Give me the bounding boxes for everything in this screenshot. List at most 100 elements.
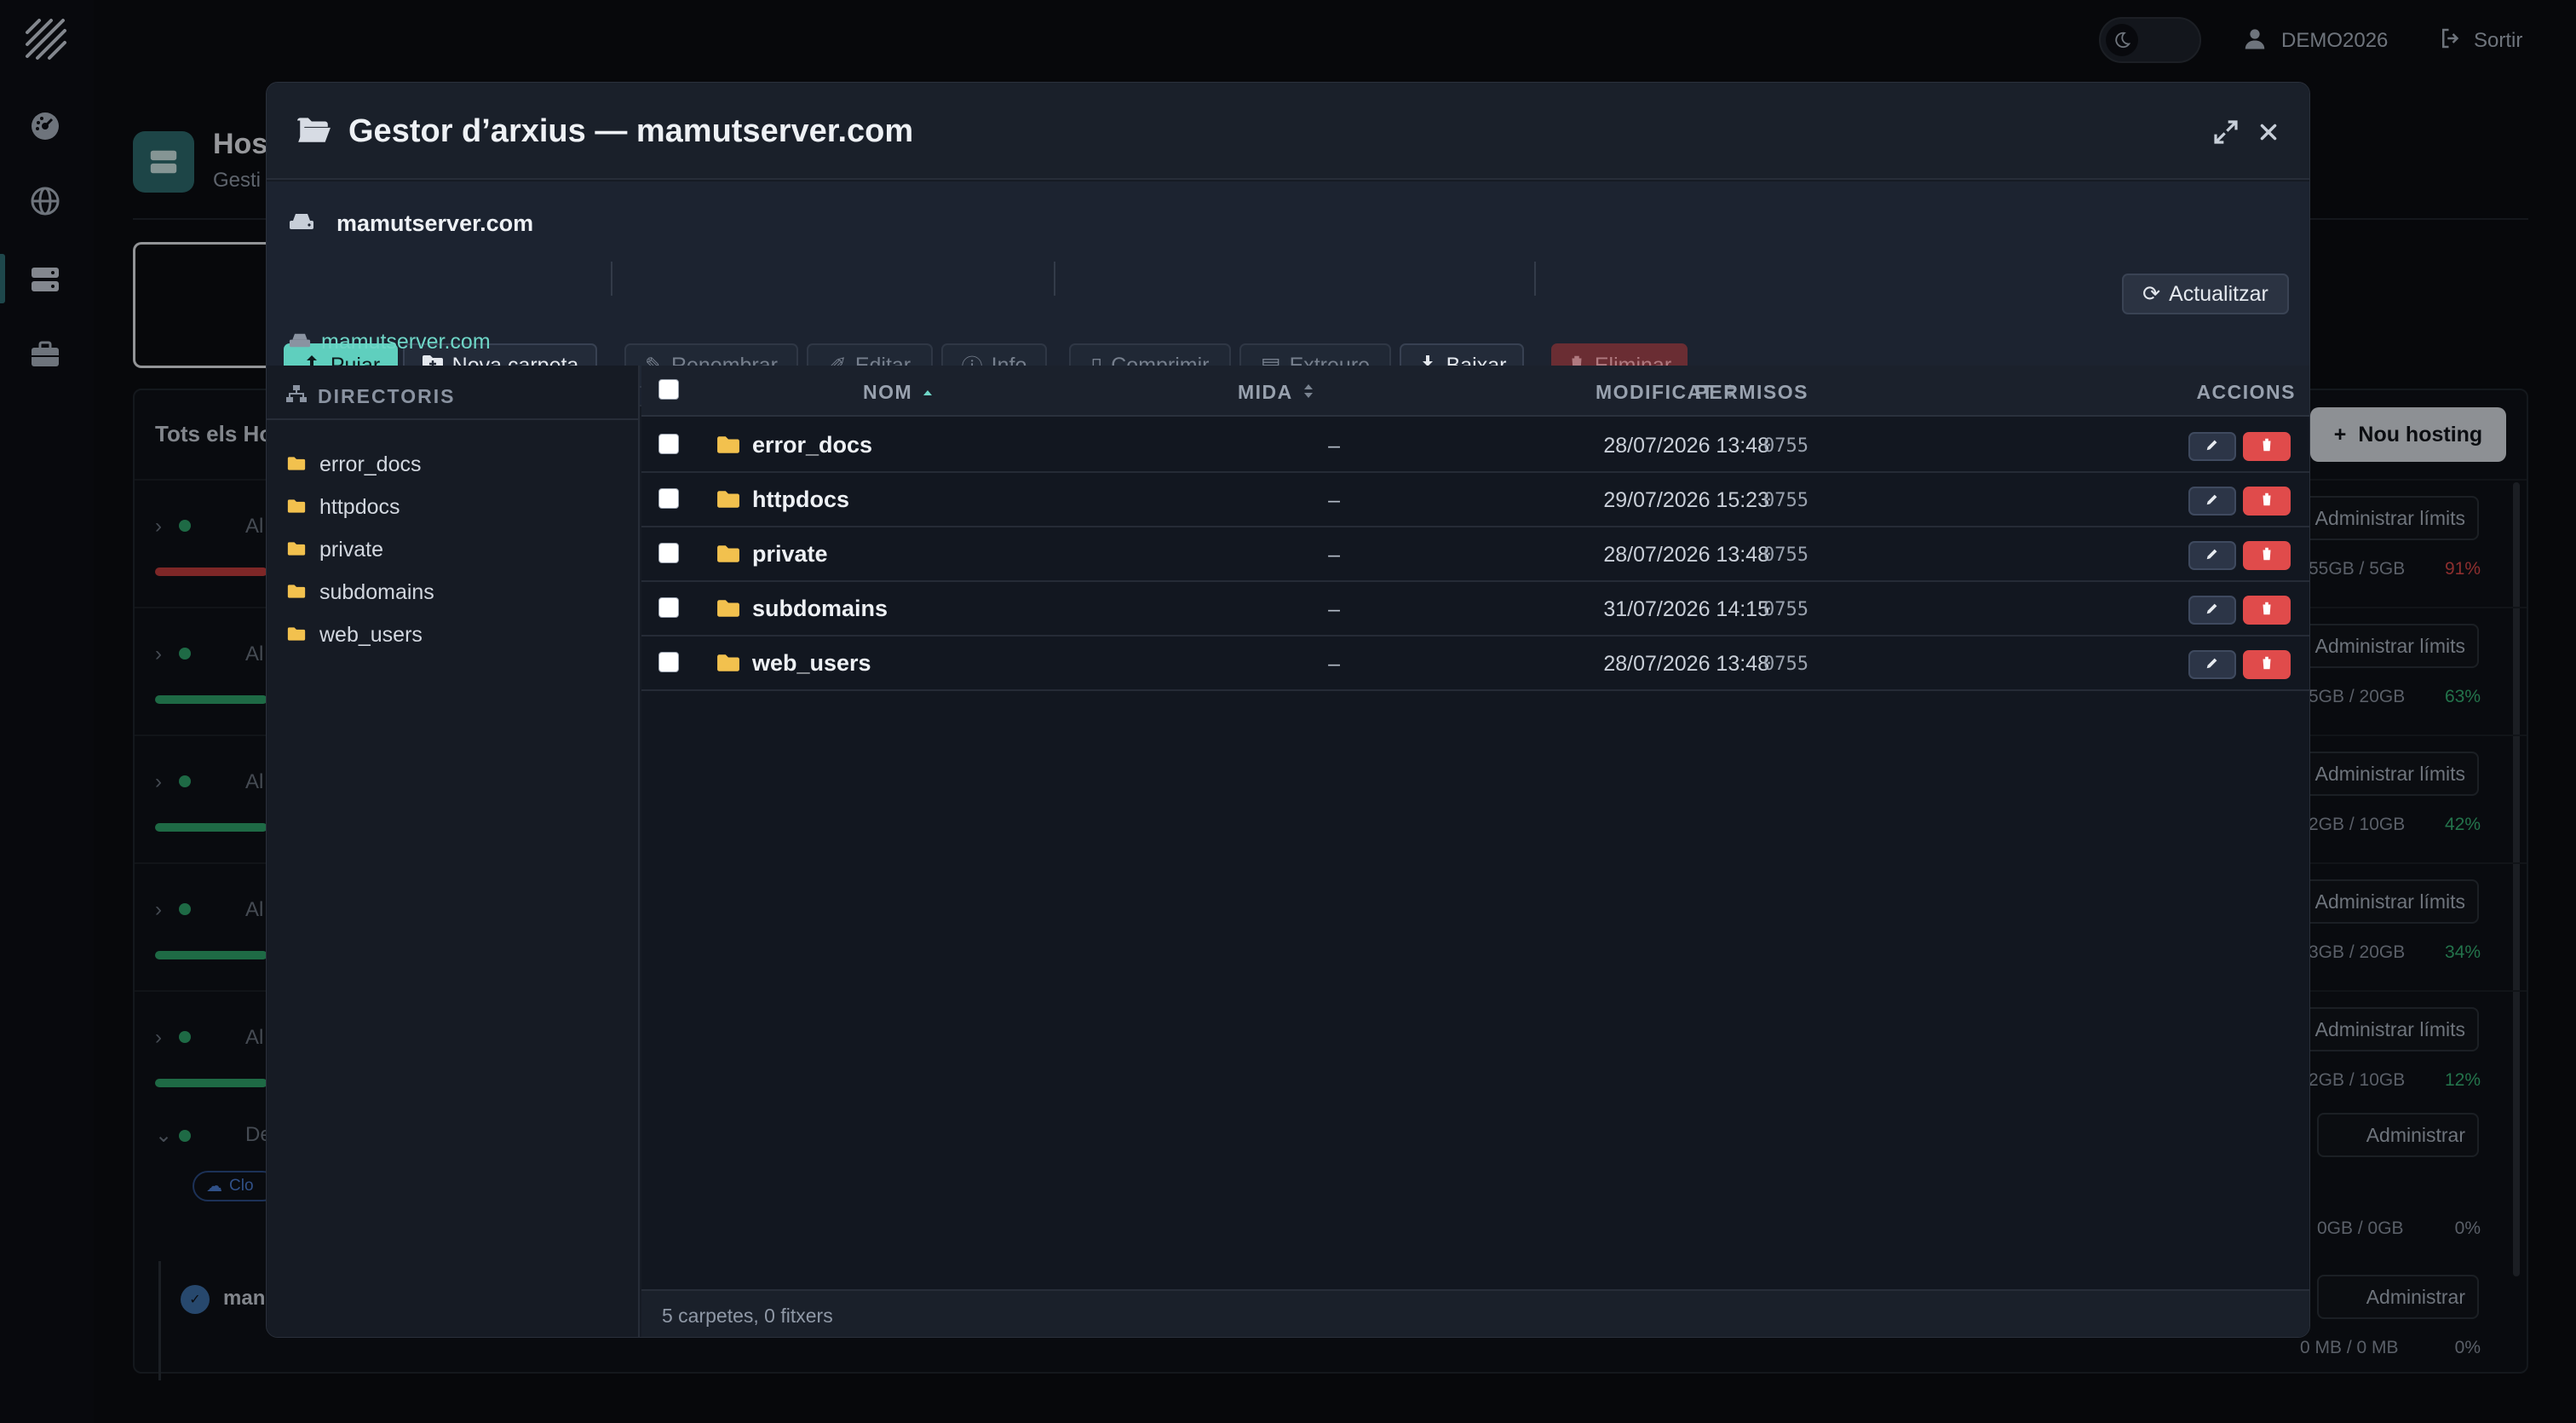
- usage-percent: 34%: [2444, 942, 2481, 962]
- modal-header: Gestor d’arxius — mamutserver.com: [267, 83, 2309, 180]
- administrar-limits-button[interactable]: Administrar límits: [2300, 496, 2479, 540]
- trash-icon: [2259, 437, 2274, 457]
- usage-bar: [155, 567, 267, 576]
- file-permissions: 0755: [1763, 599, 1808, 620]
- administrar-limits-button[interactable]: Administrar límits: [2300, 1007, 2479, 1051]
- row-checkbox[interactable]: [658, 543, 679, 563]
- logout-icon: [2438, 26, 2464, 57]
- logout-label: Sortir: [2474, 29, 2523, 52]
- breadcrumb[interactable]: mamutserver.com: [289, 330, 491, 354]
- dashboard-icon[interactable]: [28, 109, 62, 143]
- sort-icon: [1303, 381, 1314, 404]
- tree-item[interactable]: subdomains: [287, 580, 434, 605]
- usage-bar: [155, 951, 267, 959]
- pencil-icon: [2205, 546, 2220, 566]
- usage-text: 2GB / 10GB: [2309, 815, 2406, 834]
- tree-item[interactable]: web_users: [287, 623, 423, 648]
- row-delete-button[interactable]: [2243, 541, 2291, 570]
- row-checkbox[interactable]: [658, 434, 679, 454]
- file-size: –: [1328, 488, 1340, 512]
- column-name[interactable]: NOM: [863, 381, 933, 404]
- usage-percent: 0%: [2454, 1218, 2481, 1238]
- usage-bar: [155, 823, 267, 832]
- refresh-icon: ⟳: [2142, 282, 2161, 306]
- file-row[interactable]: web_users – 28/07/2026 13:48 0755: [641, 637, 2309, 691]
- user-menu[interactable]: DEMO2026: [2242, 24, 2388, 58]
- file-name[interactable]: private: [752, 541, 828, 567]
- administrar-button[interactable]: Administrar: [2317, 1113, 2479, 1157]
- sidebar-active-indicator: [0, 254, 5, 303]
- file-name[interactable]: subdomains: [752, 596, 888, 622]
- server-icon[interactable]: [28, 262, 62, 297]
- file-permissions: 0755: [1763, 490, 1808, 511]
- expand-chevron-icon[interactable]: ›: [155, 770, 162, 794]
- row-rename-button[interactable]: [2188, 596, 2236, 625]
- file-size: –: [1328, 652, 1340, 676]
- file-name[interactable]: web_users: [752, 650, 871, 677]
- expand-chevron-icon[interactable]: ›: [155, 515, 162, 539]
- file-count: 5 carpetes, 0 fitxers: [662, 1305, 833, 1327]
- toolbar-separator: [1534, 262, 1536, 296]
- row-delete-button[interactable]: [2243, 650, 2291, 679]
- maximize-icon[interactable]: [2209, 115, 2243, 149]
- usage-text: 3GB / 20GB: [2309, 942, 2406, 962]
- tree-item[interactable]: error_docs: [287, 452, 422, 477]
- file-row[interactable]: httpdocs – 29/07/2026 15:23 0755: [641, 473, 2309, 527]
- refresh-button[interactable]: ⟳ Actualitzar: [2122, 274, 2289, 314]
- folder-icon: [287, 538, 306, 562]
- row-rename-button[interactable]: [2188, 650, 2236, 679]
- row-checkbox[interactable]: [658, 652, 679, 672]
- directory-tree: DIRECTORIS error_docs httpdocs private s…: [267, 366, 640, 1337]
- app-logo-icon[interactable]: [24, 17, 70, 63]
- select-all-checkbox[interactable]: [658, 379, 679, 400]
- close-icon[interactable]: [2251, 115, 2286, 149]
- administrar-limits-button[interactable]: Administrar límits: [2300, 624, 2479, 668]
- usage-text: 0 MB / 0 MB: [2300, 1338, 2399, 1357]
- usage-percent: 91%: [2444, 559, 2481, 579]
- row-rename-button[interactable]: [2188, 432, 2236, 461]
- expand-chevron-icon[interactable]: ›: [155, 642, 162, 666]
- usage-text: 55GB / 5GB: [2309, 559, 2406, 579]
- expand-chevron-icon[interactable]: ›: [155, 1026, 162, 1050]
- usage-text: 2GB / 10GB: [2309, 1070, 2406, 1090]
- pencil-icon: [2205, 437, 2220, 457]
- row-delete-button[interactable]: [2243, 487, 2291, 516]
- trash-icon: [2259, 601, 2274, 620]
- row-rename-button[interactable]: [2188, 541, 2236, 570]
- row-rename-button[interactable]: [2188, 487, 2236, 516]
- tree-item[interactable]: private: [287, 538, 383, 562]
- new-hosting-button[interactable]: + Nou hosting: [2310, 407, 2506, 462]
- file-row[interactable]: private – 28/07/2026 13:48 0755: [641, 527, 2309, 582]
- theme-toggle[interactable]: [2099, 17, 2201, 63]
- administrar-limits-button[interactable]: Administrar límits: [2300, 752, 2479, 796]
- row-checkbox[interactable]: [658, 488, 679, 509]
- file-row[interactable]: subdomains – 31/07/2026 14:15 0755: [641, 582, 2309, 637]
- column-size[interactable]: MIDA: [1238, 381, 1314, 404]
- tree-item[interactable]: httpdocs: [287, 495, 400, 520]
- file-name[interactable]: error_docs: [752, 432, 872, 458]
- row-checkbox[interactable]: [658, 597, 679, 618]
- status-dot: [179, 775, 191, 787]
- administrar-limits-button[interactable]: Administrar límits: [2300, 879, 2479, 924]
- file-manager-modal: Gestor d’arxius — mamutserver.com mamuts…: [266, 82, 2310, 1338]
- logout-link[interactable]: Sortir: [2438, 24, 2522, 58]
- collapse-chevron-icon[interactable]: ⌄: [155, 1123, 172, 1148]
- briefcase-icon[interactable]: [28, 337, 62, 372]
- usage-percent: 0%: [2454, 1338, 2481, 1357]
- globe-icon[interactable]: [28, 184, 62, 218]
- row-delete-button[interactable]: [2243, 596, 2291, 625]
- trash-icon: [2259, 492, 2274, 511]
- sort-up-icon: [923, 381, 933, 404]
- folder-icon: [287, 495, 306, 520]
- divider: [267, 418, 640, 420]
- administrar-button[interactable]: Administrar: [2317, 1275, 2479, 1319]
- table-scrollbar[interactable]: [2513, 482, 2520, 1276]
- usage-bar: [155, 1079, 267, 1087]
- file-row[interactable]: error_docs – 28/07/2026 13:48 0755: [641, 418, 2309, 473]
- expand-chevron-icon[interactable]: ›: [155, 898, 162, 922]
- row-delete-button[interactable]: [2243, 432, 2291, 461]
- usage-percent: 12%: [2444, 1070, 2481, 1090]
- breadcrumb-root[interactable]: mamutserver.com: [321, 330, 491, 354]
- plus-icon: +: [2333, 422, 2347, 446]
- file-name[interactable]: httpdocs: [752, 487, 849, 513]
